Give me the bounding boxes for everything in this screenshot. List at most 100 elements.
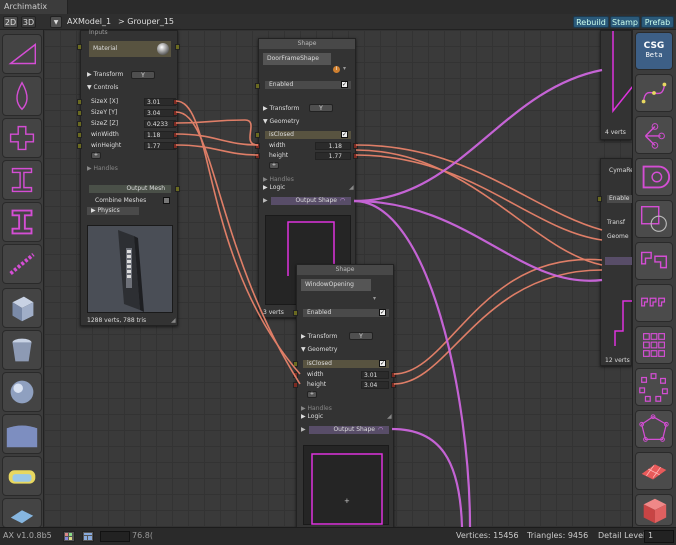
shape-merge-icon[interactable]	[635, 200, 673, 238]
collapse-corner-icon[interactable]: ◢	[387, 413, 392, 421]
triangle-mesh-icon[interactable]	[2, 34, 42, 74]
stair-icon[interactable]	[2, 244, 42, 284]
polygon-nodes-icon[interactable]	[635, 410, 673, 448]
generator-node[interactable]: Inputs Material ▶ Transform Y ▼ Controls…	[77, 29, 180, 326]
output-mesh-button[interactable]: Output Mesh	[89, 185, 171, 193]
sizez-input-port[interactable]	[77, 121, 82, 127]
output-mesh-port[interactable]	[175, 186, 180, 192]
detail-level-field[interactable]: 1	[644, 530, 674, 543]
handles-foldout[interactable]: ▶ Handles	[301, 405, 332, 413]
isclosed-checkbox[interactable]: ✓	[379, 360, 386, 367]
box-icon[interactable]	[635, 494, 673, 526]
i-beam-solid-icon[interactable]	[2, 202, 42, 242]
geometry-foldout[interactable]: ▼ Geometry	[301, 346, 337, 354]
logic-foldout[interactable]: ▶ Logic	[301, 413, 323, 421]
cube-icon[interactable]	[2, 288, 42, 328]
width-input-port[interactable]	[293, 372, 298, 378]
material-output-port[interactable]	[175, 44, 180, 50]
node-menu-icon[interactable]: ▾	[343, 65, 346, 73]
bezier-curve-icon[interactable]	[635, 74, 673, 112]
controls-foldout[interactable]: ▼ Controls	[87, 84, 118, 92]
winwidth-output-port[interactable]	[173, 132, 178, 138]
handles-foldout[interactable]: ▶ Handles	[263, 176, 294, 184]
transform-axis-dropdown[interactable]: Y	[131, 71, 155, 79]
geometry-foldout[interactable]: ▼ Geometry	[263, 118, 299, 126]
enabled-input-port[interactable]	[597, 196, 602, 202]
material-swatch-icon[interactable]	[157, 43, 169, 55]
sphere-icon[interactable]	[2, 372, 42, 412]
sizey-output-port[interactable]	[173, 110, 178, 116]
width-field[interactable]: 1.18	[315, 142, 351, 150]
zoom-field[interactable]	[100, 531, 130, 542]
combine-meshes-checkbox[interactable]	[163, 197, 170, 204]
node-name-field[interactable]: DoorFrameShape	[263, 53, 331, 65]
layout-toggle-icon[interactable]	[82, 531, 94, 542]
rounded-rect-icon[interactable]	[2, 456, 42, 496]
i-beam-icon[interactable]	[2, 160, 42, 200]
collapse-corner-icon[interactable]: ◢	[349, 184, 354, 192]
width-output-port[interactable]	[391, 372, 396, 378]
material-input-port[interactable]	[77, 44, 82, 50]
transform-axis-dropdown[interactable]: Y	[309, 104, 333, 112]
cyma-node-partial[interactable]: CymaRe Enable Transf Geome 12 verts	[597, 158, 634, 366]
stamp-button[interactable]: Stamp	[610, 16, 640, 28]
grid-repeater-icon[interactable]	[2, 498, 42, 528]
add-param-button[interactable]: +	[269, 162, 279, 169]
plane-icon[interactable]	[635, 452, 673, 490]
branch-nodes-icon[interactable]	[635, 116, 673, 154]
add-param-button[interactable]: +	[91, 152, 101, 159]
sizey-input-port[interactable]	[77, 110, 82, 116]
height-input-port[interactable]	[255, 153, 260, 159]
grid-toggle-icon[interactable]	[63, 531, 75, 542]
grid-shapes-icon[interactable]	[635, 326, 673, 364]
prefab-button[interactable]: Prefab	[641, 16, 674, 28]
height-input-port[interactable]	[293, 382, 298, 388]
transform-axis-dropdown[interactable]: Y	[349, 332, 373, 340]
height-field[interactable]: 3.04	[361, 381, 389, 389]
param-field-sizey[interactable]: 3.04	[144, 109, 176, 117]
width-output-port[interactable]	[353, 143, 358, 149]
winheight-output-port[interactable]	[173, 143, 178, 149]
height-output-port[interactable]	[353, 153, 358, 159]
corner-shape-icon[interactable]	[635, 242, 673, 280]
lathe-icon[interactable]	[2, 76, 42, 116]
sizez-output-port[interactable]	[173, 121, 178, 127]
info-icon[interactable]: i	[333, 66, 340, 73]
enabled-checkbox[interactable]: ✓	[379, 309, 386, 316]
node-name-field[interactable]: WindowOpening	[301, 279, 371, 291]
winwidth-input-port[interactable]	[77, 132, 82, 138]
physics-foldout[interactable]: ▶ Physics	[87, 207, 139, 215]
sizex-input-port[interactable]	[77, 99, 82, 105]
param-field-sizez[interactable]: 0.4233	[144, 120, 176, 128]
height-field[interactable]: 1.77	[315, 152, 351, 160]
view-2d-button[interactable]: 2D	[3, 16, 18, 28]
transform-foldout[interactable]: ▶ Transform	[301, 333, 337, 341]
output-shape-button[interactable]: Output Shape	[309, 426, 389, 434]
rebuild-button[interactable]: Rebuild	[573, 16, 609, 28]
cylinder-bin-icon[interactable]	[2, 330, 42, 370]
output-shape-button[interactable]: Output Shape	[271, 197, 351, 205]
model-name-link[interactable]: AXModel_1	[67, 16, 117, 28]
enabled-input-port[interactable]	[293, 310, 298, 316]
curved-plane-icon[interactable]	[2, 414, 42, 454]
width-input-port[interactable]	[255, 143, 260, 149]
output-shape-button[interactable]	[605, 257, 633, 265]
model-menu-button[interactable]: ▼	[50, 16, 62, 28]
width-field[interactable]: 3.01	[361, 371, 389, 379]
output-foldout-icon[interactable]: ▶	[263, 197, 268, 205]
transform-foldout[interactable]: ▶ Transform	[263, 105, 299, 113]
output-foldout-icon[interactable]: ▶	[301, 426, 306, 434]
radial-array-icon[interactable]	[635, 368, 673, 406]
shape-node-partial[interactable]: 4 verts	[600, 30, 633, 140]
param-field-winwidth[interactable]: 1.18	[144, 131, 176, 139]
height-output-port[interactable]	[391, 382, 396, 388]
add-param-button[interactable]: +	[307, 391, 317, 398]
cross-extrude-icon[interactable]	[2, 118, 42, 158]
handles-foldout[interactable]: ▶ Handles	[87, 165, 118, 173]
isclosed-input-port[interactable]	[255, 132, 260, 138]
isclosed-input-port[interactable]	[293, 361, 298, 367]
resize-handle-icon[interactable]: ◢	[171, 317, 176, 325]
csg-beta-button[interactable]: CSG Beta	[635, 32, 673, 70]
logic-foldout[interactable]: ▶ Logic	[263, 184, 285, 192]
enabled-checkbox[interactable]: ✓	[341, 81, 348, 88]
